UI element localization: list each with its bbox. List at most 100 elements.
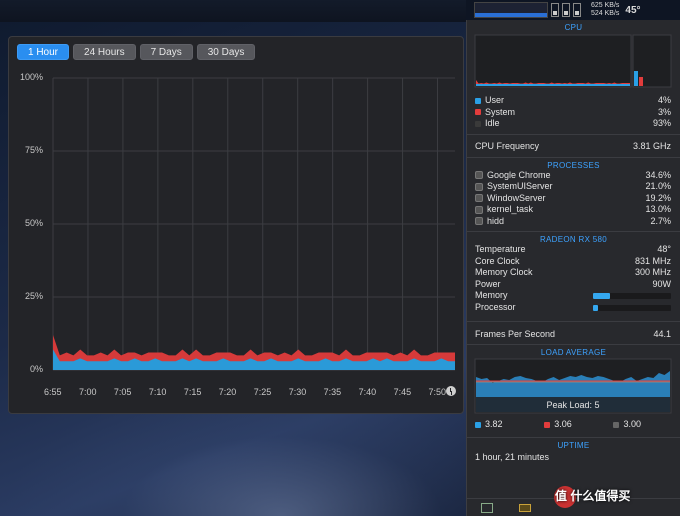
process-name: Google Chrome	[487, 169, 551, 180]
process-icon	[475, 171, 483, 180]
cpu-graph-user	[476, 84, 630, 86]
process-icon	[475, 194, 483, 203]
range-tabs: 1 Hour 24 Hours 7 Days 30 Days	[17, 44, 256, 60]
y-tick-label: 75%	[24, 145, 43, 155]
statusbar-temperature[interactable]: 45°	[625, 5, 640, 16]
process-row[interactable]: hidd 2.7%	[467, 216, 680, 228]
cpu-graph-cores	[632, 34, 672, 88]
load-section-title: LOAD AVERAGE	[467, 344, 680, 357]
process-name: kernel_task	[487, 204, 534, 214]
process-value: 2.7%	[650, 215, 671, 226]
gpu-core-clock-value: 831 MHz	[634, 255, 671, 266]
process-value: 13.0%	[645, 204, 671, 214]
gpu-processor-bar	[593, 304, 671, 311]
clock-icon[interactable]	[446, 386, 456, 396]
y-tick-label: 25%	[24, 291, 43, 301]
cpu-idle-value: 93%	[652, 118, 671, 128]
process-icon	[475, 205, 483, 214]
statusbar-memory-icon[interactable]	[551, 3, 559, 17]
system-color-swatch	[475, 109, 481, 116]
gpu-memory-clock-value: 300 MHz	[634, 267, 671, 277]
watermark-text: 值 什么值得买	[555, 489, 631, 503]
cpu-system-value: 3%	[657, 106, 671, 117]
statusbar-network[interactable]: 625 KB/s 524 KB/s	[591, 2, 619, 18]
activity-monitor-icon[interactable]	[481, 502, 493, 513]
cpu-graph-main	[474, 34, 632, 88]
load-5-value: 3.06	[554, 419, 572, 429]
tab-30-days[interactable]: 30 Days	[196, 44, 256, 60]
statusbar-gpu-icon[interactable]	[573, 3, 581, 17]
load-values-row: 3.82 3.06 3.00	[467, 419, 680, 431]
cpu-usage-graph	[474, 34, 672, 88]
x-tick-label: 7:10	[148, 387, 167, 397]
gpu-power-row: Power 90W	[467, 279, 680, 291]
fps-row: Frames Per Second 44.1	[467, 326, 680, 342]
x-tick-label: 7:15	[183, 387, 202, 397]
gpu-processor-bar-fill	[593, 304, 598, 311]
process-name: SystemUIServer	[487, 181, 553, 191]
gpu-core-clock-row: Core Clock 831 MHz	[467, 256, 680, 268]
process-row[interactable]: kernel_task 13.0%	[467, 204, 680, 216]
istat-panel: CPU User 4% System 3% Idle 93% CPU Frequ…	[466, 20, 680, 516]
x-tick-label: 7:40	[358, 387, 377, 397]
cpu-history-window: 1 Hour 24 Hours 7 Days 30 Days 100% 75% …	[8, 36, 464, 414]
tab-24-hours[interactable]: 24 Hours	[73, 44, 136, 60]
process-row[interactable]: SystemUIServer 21.0%	[467, 181, 680, 193]
gpu-memory-label: Memory	[475, 290, 508, 300]
y-tick-label: 0%	[29, 364, 43, 374]
x-tick-label: 7:00	[78, 387, 97, 397]
gpu-temperature-label: Temperature	[475, 244, 526, 254]
gpu-memory-clock-label: Memory Clock	[475, 267, 533, 277]
gpu-memory-bar-fill	[593, 293, 611, 299]
tab-1-hour[interactable]: 1 Hour	[17, 44, 70, 60]
cpu-frequency-row: CPU Frequency 3.81 GHz	[467, 139, 680, 153]
process-value: 19.2%	[645, 192, 671, 203]
cpu-user-label: User	[485, 95, 505, 105]
gpu-memory-clock-row: Memory Clock 300 MHz	[467, 267, 680, 279]
gpu-processor-label: Processor	[475, 301, 516, 312]
idle-color-swatch	[475, 120, 481, 127]
status-bar: 625 KB/s 524 KB/s 45°	[466, 0, 680, 20]
cpu-user-value: 4%	[657, 95, 671, 105]
net-up-rate: 625 KB/s	[591, 2, 620, 9]
cpu-system-label: System	[485, 106, 516, 117]
load-15-value: 3.00	[623, 419, 641, 429]
process-value: 21.0%	[645, 181, 671, 191]
cpu-section-title: CPU	[564, 23, 583, 32]
x-tick-label: 7:45	[393, 387, 412, 397]
fps-value: 44.1	[653, 329, 671, 339]
x-tick-label: 6:55	[44, 387, 62, 397]
load-5-swatch	[544, 421, 551, 428]
x-tick-label: 7:30	[288, 387, 307, 397]
fps-label: Frames Per Second	[475, 329, 556, 339]
x-tick-label: 7:20	[218, 387, 237, 397]
user-color-swatch	[475, 97, 481, 104]
y-tick-label: 100%	[19, 72, 43, 82]
cpu-idle-label: Idle	[485, 118, 500, 128]
cpu-frequency-value: 3.81 GHz	[632, 140, 671, 151]
statusbar-cpu-graph[interactable]	[474, 2, 548, 18]
cpu-core-bar	[639, 77, 643, 86]
gpu-section-title: RADEON RX 580	[467, 231, 680, 244]
settings-icon[interactable]	[519, 503, 531, 512]
uptime-section-title: UPTIME	[467, 436, 680, 450]
uptime-value: 1 hour, 21 minutes	[475, 451, 550, 462]
y-tick-label: 50%	[24, 218, 43, 228]
load-15-swatch	[613, 421, 620, 428]
process-icon	[475, 182, 483, 191]
gpu-power-label: Power	[475, 278, 501, 289]
x-tick-label: 7:05	[113, 387, 132, 397]
process-row[interactable]: Google Chrome 34.6%	[467, 170, 680, 182]
cpu-system-row: System 3%	[467, 107, 680, 119]
x-tick-label: 7:35	[323, 387, 342, 397]
process-row[interactable]: WindowServer 19.2%	[467, 193, 680, 205]
load-average-graph: Peak Load: 5	[474, 358, 672, 414]
gpu-temperature-value: 48°	[657, 244, 671, 254]
menu-bar	[0, 0, 466, 22]
net-down-rate: 524 KB/s	[591, 10, 620, 17]
statusbar-disk-icon[interactable]	[562, 3, 570, 17]
gpu-core-clock-label: Core Clock	[475, 255, 520, 266]
gpu-memory-bar	[593, 293, 671, 299]
tab-7-days[interactable]: 7 Days	[139, 44, 193, 60]
cpu-frequency-label: CPU Frequency	[475, 140, 540, 151]
